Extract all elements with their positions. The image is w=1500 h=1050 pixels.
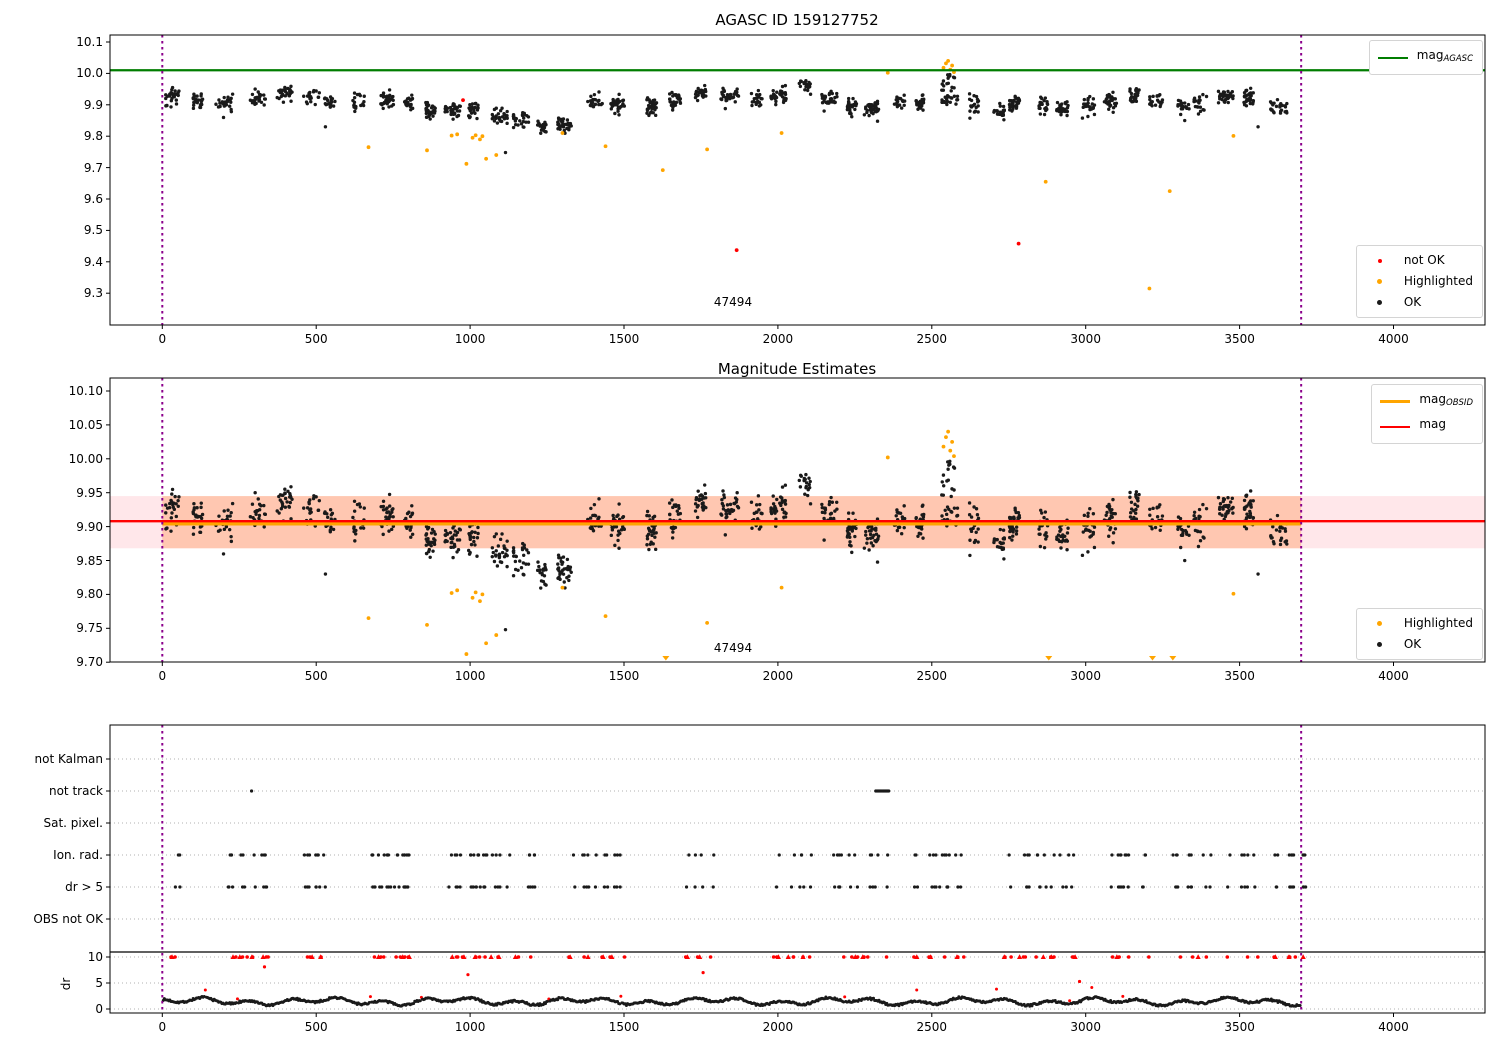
obsid-annotation-panel1: 47494 — [713, 295, 753, 309]
category-label: dr > 5 — [65, 880, 103, 894]
panel1-xtick: 1000 — [454, 332, 486, 346]
panel3-xtick: 2000 — [762, 1020, 794, 1034]
panel3-xtick: 3000 — [1070, 1020, 1101, 1034]
panel1-ytick: 9.8 — [83, 129, 103, 144]
legend-item: magAGASC — [1377, 45, 1473, 70]
legend-item: Highlighted — [1365, 613, 1473, 634]
legend-label: mag — [1419, 417, 1447, 431]
legend-label: Highlighted — [1403, 616, 1473, 630]
legend-item: Highlighted — [1365, 271, 1473, 292]
category-label: not track — [48, 784, 103, 798]
figure: AGASC ID 159127752 Magnitude Estimates m… — [0, 0, 1500, 1050]
panel2-xtick: 1000 — [454, 669, 486, 683]
legend-item: mag — [1380, 414, 1473, 439]
legend-label: not OK — [1403, 253, 1445, 267]
panel2-xtick: 1500 — [608, 669, 640, 683]
panel1-xtick: 2500 — [916, 332, 948, 346]
panel3-xtick: 1000 — [454, 1020, 486, 1034]
legend-point-types-panel1: not OK Highlighted OK — [1355, 245, 1483, 318]
legend-item: magOBSID — [1380, 389, 1473, 414]
panel2-ytick: 9.85 — [76, 553, 103, 568]
panel3-xtick: 0 — [158, 1020, 167, 1034]
panel2-ytick: 9.70 — [76, 655, 103, 670]
panel3-xtick: 1500 — [608, 1020, 640, 1034]
panel2-ytick: 9.90 — [76, 519, 103, 534]
panel2-ytick: 10.00 — [68, 451, 103, 466]
obsid-annotation-panel2: 47494 — [713, 641, 753, 655]
panel1-ytick: 9.5 — [83, 223, 103, 238]
dr-axis-label: dr — [59, 977, 73, 991]
panel2-ytick: 9.95 — [76, 485, 103, 500]
panel1-ytick: 9.4 — [83, 254, 103, 269]
legend-label: Highlighted — [1403, 274, 1473, 288]
panel1-ytick: 10.0 — [76, 66, 103, 81]
orange-dot-icon — [1365, 279, 1395, 284]
panel2-xtick: 4000 — [1378, 669, 1409, 683]
category-label: OBS not OK — [33, 912, 103, 926]
dr-tick: 0 — [95, 1002, 103, 1016]
legend-item: not OK — [1365, 250, 1473, 271]
legend-point-types-panel2: Highlighted OK — [1355, 608, 1483, 660]
black-dot-icon — [1365, 642, 1395, 647]
legend-label: magAGASC — [1416, 48, 1473, 64]
panel2-xtick: 500 — [304, 669, 328, 683]
legend-label: OK — [1403, 637, 1422, 651]
panel1-xtick: 3500 — [1224, 332, 1255, 346]
panel1-xtick: 2000 — [762, 332, 794, 346]
panel1-ytick: 9.3 — [83, 286, 103, 301]
category-label: Sat. pixel. — [43, 816, 103, 830]
panel2-xtick: 2000 — [762, 669, 794, 683]
panel1-ytick: 10.1 — [76, 35, 103, 49]
panel2-xtick: 3500 — [1224, 669, 1255, 683]
panel2-title: Magnitude Estimates — [717, 360, 877, 378]
panel2-ytick: 9.75 — [76, 621, 103, 636]
panel2-xtick: 3000 — [1070, 669, 1101, 683]
orange-line-icon — [1380, 400, 1411, 403]
panel2-ytick: 10.10 — [68, 384, 103, 398]
panel3-xtick: 3500 — [1224, 1020, 1255, 1034]
panel1-ytick: 9.7 — [83, 160, 103, 175]
legend-item: OK — [1365, 292, 1473, 313]
panel1-ytick: 9.9 — [83, 97, 103, 112]
legend-mag-agasc: magAGASC — [1368, 40, 1483, 75]
panel2-ytick: 10.05 — [68, 417, 103, 432]
dr-tick: 5 — [95, 976, 103, 990]
dr-tick: 10 — [87, 950, 103, 964]
panel1-xtick: 4000 — [1378, 332, 1409, 346]
panel3-xtick: 2500 — [916, 1020, 948, 1034]
panel1-xtick: 3000 — [1070, 332, 1101, 346]
panel1-xtick: 1500 — [608, 332, 640, 346]
category-label: not Kalman — [34, 752, 103, 766]
category-label: Ion. rad. — [53, 848, 103, 862]
red-line-icon — [1380, 425, 1411, 428]
legend-label: OK — [1403, 295, 1422, 309]
plot-canvas — [106, 34, 1486, 1017]
legend-label: magOBSID — [1419, 392, 1473, 408]
panel1-xtick: 0 — [158, 332, 167, 346]
panel3-xtick: 500 — [304, 1020, 328, 1034]
orange-dot-icon — [1365, 621, 1395, 626]
green-line-icon — [1377, 56, 1408, 59]
red-dot-icon — [1365, 258, 1395, 263]
panel1-xtick: 500 — [304, 332, 328, 346]
panel1-title: AGASC ID 159127752 — [715, 11, 879, 29]
panel2-xtick: 0 — [158, 669, 167, 683]
black-dot-icon — [1365, 300, 1395, 305]
panel2-xtick: 2500 — [916, 669, 948, 683]
panel3-xtick: 4000 — [1378, 1020, 1409, 1034]
panel2-ytick: 9.80 — [76, 587, 103, 602]
legend-mag-lines-panel2: magOBSID mag — [1371, 384, 1483, 444]
legend-item: OK — [1365, 634, 1473, 655]
panel1-ytick: 9.6 — [83, 192, 103, 206]
